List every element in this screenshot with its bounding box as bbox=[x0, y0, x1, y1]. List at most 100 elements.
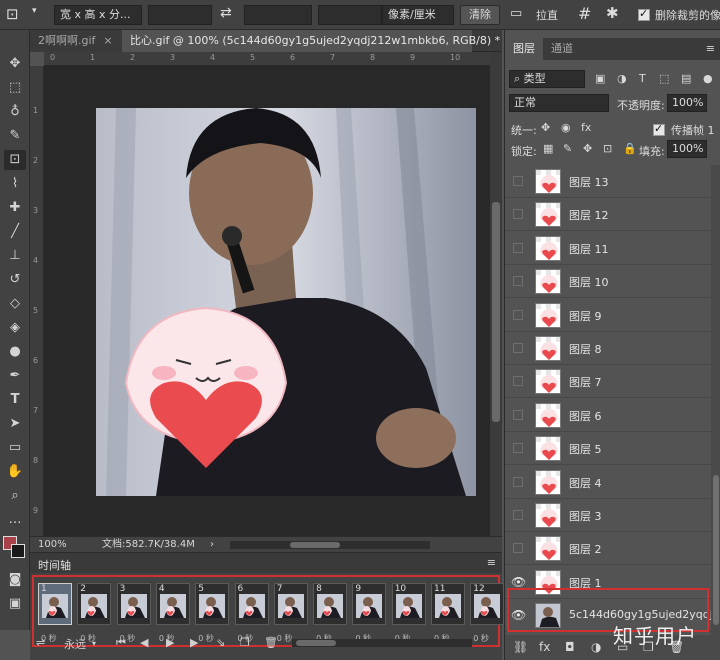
lock-position-icon[interactable]: ✥ bbox=[583, 142, 592, 155]
layer-style-icon[interactable]: fx bbox=[539, 640, 550, 654]
brush-tool-icon[interactable]: ╱ bbox=[4, 222, 26, 242]
convert-timeline-icon[interactable]: ⇌ bbox=[36, 636, 45, 649]
lock-artboard-icon[interactable]: ⊡ bbox=[603, 142, 612, 155]
timeline-frame[interactable]: 10 bbox=[391, 583, 426, 625]
visibility-toggle-box[interactable] bbox=[513, 209, 523, 220]
resolution-input[interactable] bbox=[318, 5, 382, 25]
scrollbar-thumb[interactable] bbox=[713, 475, 719, 625]
close-icon[interactable]: × bbox=[103, 34, 112, 47]
first-frame-icon[interactable]: ⏮ bbox=[116, 636, 126, 650]
scrollbar-thumb[interactable] bbox=[290, 542, 340, 548]
lock-pixels-icon[interactable]: ✎ bbox=[563, 142, 572, 155]
shape-tool-icon[interactable]: ▭ bbox=[4, 438, 26, 458]
visibility-toggle-box[interactable] bbox=[513, 176, 523, 186]
timeline-frame[interactable]: 1 bbox=[38, 583, 72, 625]
play-icon[interactable]: ▶ bbox=[166, 636, 174, 649]
path-select-icon[interactable]: ➤ bbox=[4, 414, 26, 434]
fill-input[interactable]: 100% bbox=[667, 140, 707, 158]
layer-row[interactable]: 图层 4 bbox=[505, 465, 711, 499]
crop-tool-icon[interactable]: ⊡ bbox=[4, 150, 26, 170]
width-input[interactable] bbox=[148, 5, 212, 25]
tool-preset-chevron-down-icon[interactable]: ▾ bbox=[32, 6, 37, 16]
timeline-frame[interactable]: 3 bbox=[116, 583, 151, 625]
layer-row[interactable]: 图层 12 bbox=[505, 198, 711, 232]
tab-channels[interactable]: 通道 bbox=[543, 38, 581, 60]
quick-mask-icon[interactable]: ◙ bbox=[4, 570, 26, 590]
quick-select-tool-icon[interactable]: ✎ bbox=[4, 126, 26, 146]
visibility-toggle-box[interactable] bbox=[513, 510, 523, 520]
gear-icon[interactable]: ✱ bbox=[606, 4, 619, 22]
timeline-frame[interactable]: 11 bbox=[431, 583, 465, 625]
layer-row[interactable]: 图层 8 bbox=[505, 332, 711, 365]
canvas-vertical-scrollbar[interactable] bbox=[490, 52, 502, 536]
lasso-tool-icon[interactable]: ♁ bbox=[4, 102, 26, 122]
layer-row[interactable]: 图层 7 bbox=[505, 365, 711, 399]
layer-row[interactable]: 图层 5 bbox=[505, 432, 711, 466]
duplicate-frame-icon[interactable]: ❐ bbox=[240, 636, 250, 649]
lock-all-icon[interactable]: 🔒 bbox=[623, 142, 637, 155]
timeline-title[interactable]: 时间轴 bbox=[38, 557, 71, 573]
visibility-toggle-box[interactable] bbox=[513, 376, 523, 387]
next-frame-icon[interactable]: ▶ bbox=[190, 636, 198, 649]
visibility-toggle-box[interactable] bbox=[513, 242, 523, 253]
paint-bucket-icon[interactable]: ◈ bbox=[4, 318, 26, 338]
unit-select[interactable]: 像素/厘米 bbox=[382, 5, 454, 25]
visibility-toggle-box[interactable] bbox=[513, 543, 523, 554]
straighten-icon[interactable]: ▭ bbox=[510, 6, 522, 21]
timeline-frame[interactable]: 6 bbox=[234, 583, 269, 625]
previous-frame-icon[interactable]: ◀ bbox=[140, 636, 148, 649]
status-chevron-icon[interactable]: › bbox=[210, 537, 214, 552]
crop-icon[interactable]: ⊡ bbox=[6, 5, 19, 23]
loop-select[interactable]: 永远 bbox=[64, 636, 86, 652]
unify-style-icon[interactable]: fx bbox=[581, 121, 591, 134]
unify-visibility-icon[interactable]: ◉ bbox=[561, 121, 571, 134]
lock-transparency-icon[interactable]: ▦ bbox=[543, 142, 553, 155]
timeline-frame[interactable]: 9 bbox=[352, 583, 387, 625]
dodge-tool-icon[interactable]: ● bbox=[4, 342, 26, 362]
timeline-frame[interactable]: 12 bbox=[470, 583, 505, 625]
filter-toggle-icon[interactable]: ● bbox=[703, 72, 713, 85]
zoom-tool-icon[interactable]: ⌕ bbox=[4, 486, 26, 506]
grid-overlay-icon[interactable]: # bbox=[578, 4, 591, 23]
eraser-tool-icon[interactable]: ◇ bbox=[4, 294, 26, 314]
filter-adjustment-icon[interactable]: ◑ bbox=[617, 72, 627, 85]
layer-row[interactable]: 图层 6 bbox=[505, 398, 711, 432]
layer-row[interactable]: 图层 9 bbox=[505, 298, 711, 332]
background-color-swatch[interactable] bbox=[11, 544, 25, 558]
tween-icon[interactable]: ⇘ bbox=[216, 636, 225, 649]
filter-pixel-icon[interactable]: ▣ bbox=[595, 72, 605, 85]
timeline-frame[interactable]: 8 bbox=[313, 583, 348, 625]
healing-brush-icon[interactable]: ✚ bbox=[4, 198, 26, 218]
pen-tool-icon[interactable]: ✒ bbox=[4, 366, 26, 386]
adjustment-layer-icon[interactable]: ◑ bbox=[591, 640, 601, 654]
visibility-toggle-box[interactable] bbox=[513, 476, 523, 487]
hand-tool-icon[interactable]: ✋ bbox=[4, 462, 26, 482]
scrollbar-thumb[interactable] bbox=[492, 202, 500, 422]
visibility-toggle-box[interactable] bbox=[513, 276, 523, 287]
delete-cropped-checkbox[interactable] bbox=[638, 7, 650, 21]
filter-type-icon[interactable]: T bbox=[639, 72, 646, 85]
eyedropper-tool-icon[interactable]: ⌇ bbox=[4, 174, 26, 194]
zoom-level[interactable]: 100% bbox=[38, 537, 67, 552]
layer-row[interactable]: 图层 2 bbox=[505, 532, 711, 566]
layer-row[interactable]: 图层 11 bbox=[505, 231, 711, 265]
height-input[interactable] bbox=[244, 5, 312, 25]
layer-row[interactable]: 图层 13 bbox=[505, 165, 711, 198]
ratio-select[interactable]: 宽 x 高 x 分... bbox=[54, 5, 142, 25]
panel-menu-icon[interactable]: ≡ bbox=[487, 556, 496, 569]
more-tools-icon[interactable]: … bbox=[4, 510, 26, 530]
filter-smart-object-icon[interactable]: ▤ bbox=[681, 72, 691, 85]
visibility-toggle-box[interactable] bbox=[513, 409, 523, 420]
timeline-frame[interactable]: 4 bbox=[155, 583, 190, 625]
tab-document-2[interactable]: 比心.gif @ 100% (5c144d60gy1g5ujed2yqdj212… bbox=[122, 30, 517, 52]
visibility-toggle-box[interactable] bbox=[513, 343, 523, 353]
timeline-scrollbar[interactable] bbox=[292, 639, 472, 647]
loop-chevron-down-icon[interactable]: ▾ bbox=[92, 639, 96, 648]
filter-type-select[interactable]: ⌕ 类型 bbox=[509, 70, 585, 88]
clear-button[interactable]: 清除 bbox=[460, 5, 500, 25]
swap-icon[interactable]: ⇄ bbox=[220, 5, 232, 21]
marquee-tool-icon[interactable]: ⬚ bbox=[4, 78, 26, 98]
canvas-area[interactable] bbox=[44, 66, 490, 536]
link-layers-icon[interactable]: ⛓ bbox=[513, 640, 528, 654]
history-brush-icon[interactable]: ↺ bbox=[4, 270, 26, 290]
